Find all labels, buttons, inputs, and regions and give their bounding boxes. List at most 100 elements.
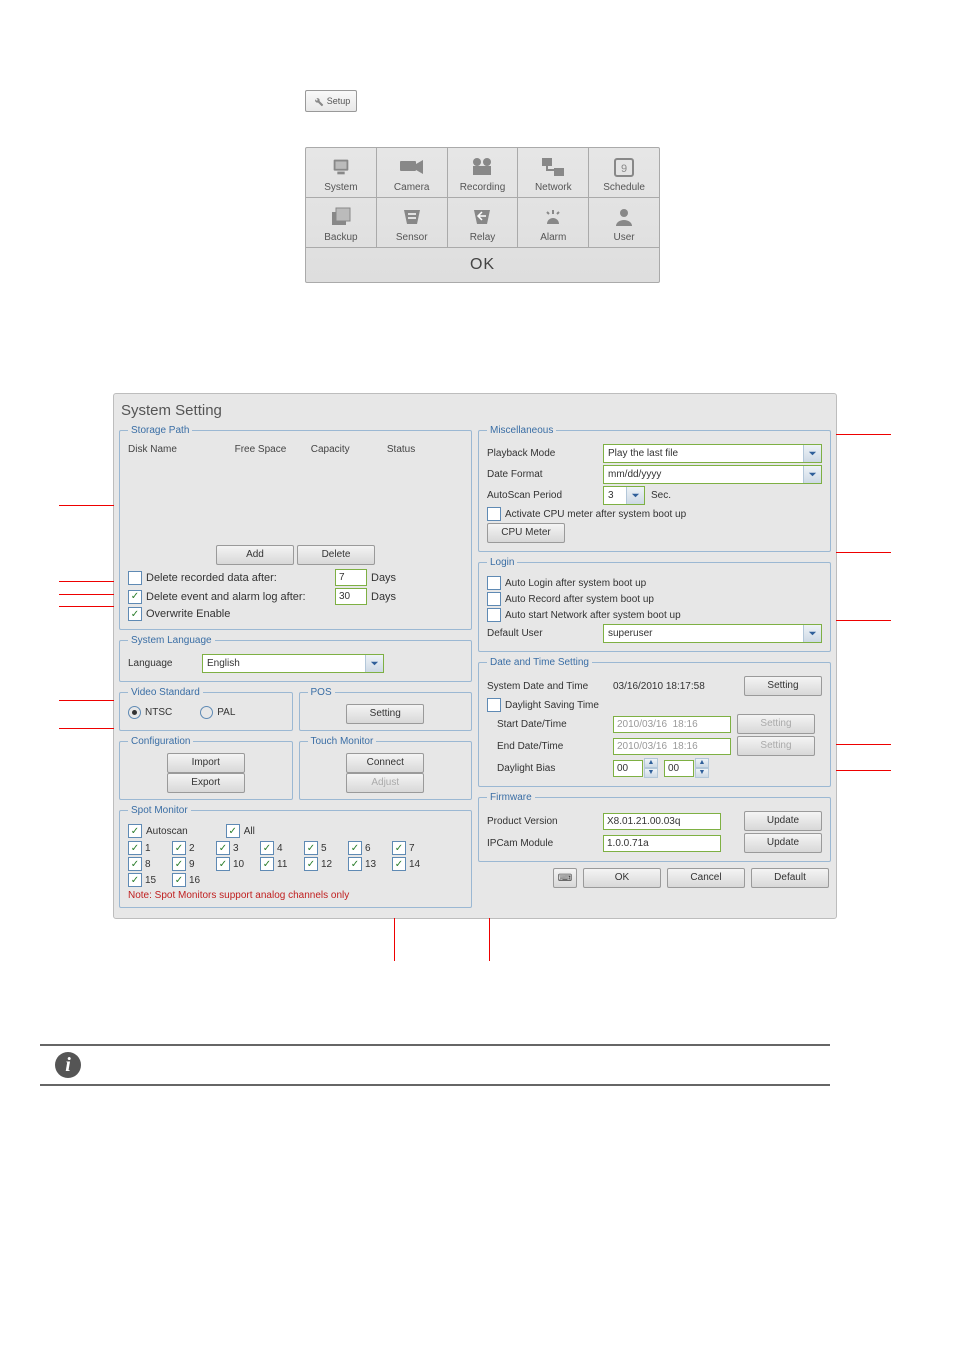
annotation-line <box>59 581 114 582</box>
delete-event-checkbox[interactable]: ✓ <box>128 590 142 604</box>
update-ipcam-button[interactable]: Update <box>744 833 822 853</box>
bias-minutes-spinner[interactable]: ▲▼ <box>664 758 709 778</box>
spot-channel-checkbox[interactable]: ✓ <box>304 857 318 871</box>
export-button[interactable]: Export <box>167 773 245 793</box>
disk-list[interactable] <box>128 459 463 545</box>
update-product-button[interactable]: Update <box>744 811 822 831</box>
spot-channel-1[interactable]: ✓1 <box>128 841 164 855</box>
tab-sensor[interactable]: Sensor <box>377 198 448 247</box>
spot-channel-checkbox[interactable]: ✓ <box>304 841 318 855</box>
spot-channel-checkbox[interactable]: ✓ <box>260 841 274 855</box>
add-button[interactable]: Add <box>216 545 294 565</box>
delete-button[interactable]: Delete <box>297 545 375 565</box>
spot-channel-13[interactable]: ✓13 <box>348 857 384 871</box>
spot-channel-16[interactable]: ✓16 <box>172 873 208 887</box>
all-checkbox[interactable]: ✓ <box>226 824 240 838</box>
tab-alarm[interactable]: Alarm <box>518 198 589 247</box>
delete-event-days-input[interactable] <box>335 588 367 605</box>
spot-channel-checkbox[interactable]: ✓ <box>216 841 230 855</box>
spot-channel-15[interactable]: ✓15 <box>128 873 164 887</box>
bias-hours-input[interactable] <box>613 760 643 777</box>
default-user-dropdown[interactable]: superuser <box>603 624 822 643</box>
autoscan-period-dropdown[interactable]: 3 <box>603 486 645 505</box>
auto-login-checkbox[interactable] <box>487 576 501 590</box>
keyboard-icon[interactable]: ⌨ <box>553 868 577 888</box>
playback-mode-dropdown[interactable]: Play the last file <box>603 444 822 463</box>
tab-relay[interactable]: Relay <box>448 198 519 247</box>
overwrite-enable-checkbox[interactable]: ✓ <box>128 607 142 621</box>
chevron-down-icon <box>803 466 821 483</box>
tab-user[interactable]: User <box>589 198 659 247</box>
spot-channel-checkbox[interactable]: ✓ <box>260 857 274 871</box>
setup-button-label: Setup <box>327 96 351 106</box>
spot-channel-7[interactable]: ✓7 <box>392 841 428 855</box>
legend: Spot Monitor <box>128 805 191 816</box>
spot-channel-12[interactable]: ✓12 <box>304 857 340 871</box>
video-standard-group: Video Standard NTSC PAL <box>119 687 293 731</box>
spot-channel-11[interactable]: ✓11 <box>260 857 296 871</box>
spot-channel-3[interactable]: ✓3 <box>216 841 252 855</box>
spot-channel-8[interactable]: ✓8 <box>128 857 164 871</box>
dropdown-value: English <box>203 658 365 669</box>
tab-label: User <box>614 232 635 243</box>
arrow-up-icon[interactable]: ▲ <box>644 758 658 768</box>
spot-channel-checkbox[interactable]: ✓ <box>172 857 186 871</box>
autoscan-checkbox[interactable]: ✓ <box>128 824 142 838</box>
dialog-title: System Setting <box>119 399 831 425</box>
spot-channel-10[interactable]: ✓10 <box>216 857 252 871</box>
tab-schedule[interactable]: 9 Schedule <box>589 148 659 197</box>
tab-network[interactable]: Network <box>518 148 589 197</box>
delete-recorded-checkbox[interactable] <box>128 571 142 585</box>
spot-channel-9[interactable]: ✓9 <box>172 857 208 871</box>
language-dropdown[interactable]: English <box>202 654 384 673</box>
tab-label: Schedule <box>603 182 645 193</box>
cancel-button[interactable]: Cancel <box>667 868 745 888</box>
pos-setting-button[interactable]: Setting <box>346 704 424 724</box>
tab-camera[interactable]: Camera <box>377 148 448 197</box>
date-format-dropdown[interactable]: mm/dd/yyyy <box>603 465 822 484</box>
spot-channel-4[interactable]: ✓4 <box>260 841 296 855</box>
chevron-down-icon <box>626 487 644 504</box>
spot-channel-checkbox[interactable]: ✓ <box>348 841 362 855</box>
spot-channel-checkbox[interactable]: ✓ <box>392 841 406 855</box>
spot-channel-5[interactable]: ✓5 <box>304 841 340 855</box>
setup-button[interactable]: Setup <box>305 90 357 112</box>
datetime-setting-button[interactable]: Setting <box>744 676 822 696</box>
spot-channel-14[interactable]: ✓14 <box>392 857 428 871</box>
spot-channel-checkbox[interactable]: ✓ <box>128 841 142 855</box>
annotation-line <box>59 728 114 729</box>
pal-radio[interactable] <box>200 706 213 719</box>
delete-recorded-days-input[interactable] <box>335 569 367 586</box>
cpu-meter-button[interactable]: CPU Meter <box>487 523 565 543</box>
tab-backup[interactable]: Backup <box>306 198 377 247</box>
dst-checkbox[interactable] <box>487 698 501 712</box>
default-button[interactable]: Default <box>751 868 829 888</box>
arrow-down-icon[interactable]: ▼ <box>695 768 709 778</box>
ok-button[interactable]: OK <box>583 868 661 888</box>
spot-channel-checkbox[interactable]: ✓ <box>392 857 406 871</box>
bias-hours-spinner[interactable]: ▲▼ <box>613 758 658 778</box>
spot-channel-checkbox[interactable]: ✓ <box>348 857 362 871</box>
spot-monitor-group: Spot Monitor ✓ Autoscan ✓ All ✓1✓2✓3✓4✓5… <box>119 805 472 908</box>
arrow-down-icon[interactable]: ▼ <box>644 768 658 778</box>
spot-channel-checkbox[interactable]: ✓ <box>128 873 142 887</box>
connect-button[interactable]: Connect <box>346 753 424 773</box>
spot-channel-checkbox[interactable]: ✓ <box>216 857 230 871</box>
spot-channel-checkbox[interactable]: ✓ <box>172 873 186 887</box>
sensor-icon <box>377 204 447 230</box>
cpu-meter-checkbox[interactable] <box>487 507 501 521</box>
tab-system[interactable]: System <box>306 148 377 197</box>
spot-channel-checkbox[interactable]: ✓ <box>128 857 142 871</box>
pal-label: PAL <box>217 707 235 718</box>
spot-channel-6[interactable]: ✓6 <box>348 841 384 855</box>
ntsc-radio[interactable] <box>128 706 141 719</box>
spot-channel-checkbox[interactable]: ✓ <box>172 841 186 855</box>
spot-channel-2[interactable]: ✓2 <box>172 841 208 855</box>
arrow-up-icon[interactable]: ▲ <box>695 758 709 768</box>
import-button[interactable]: Import <box>167 753 245 773</box>
toolbar-ok-button[interactable]: OK <box>306 248 659 282</box>
bias-minutes-input[interactable] <box>664 760 694 777</box>
tab-recording[interactable]: Recording <box>448 148 519 197</box>
auto-record-checkbox[interactable] <box>487 592 501 606</box>
auto-network-checkbox[interactable] <box>487 608 501 622</box>
